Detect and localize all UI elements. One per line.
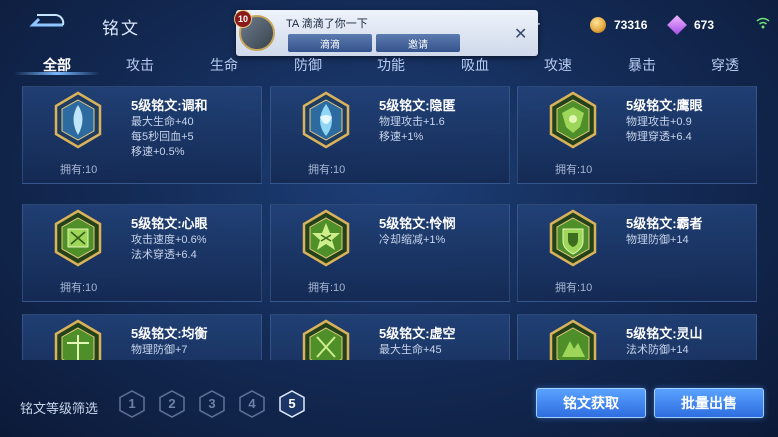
rune-name: 5级铭文:均衡	[131, 326, 208, 341]
rune-balance-icon	[54, 319, 102, 360]
rune-name: 5级铭文:怜悯	[379, 216, 456, 231]
bottom-bar: 铭文等级筛选 1 2 3 4 5 铭文获取 批量出售	[0, 378, 778, 437]
rune-name: 5级铭文:虚空	[379, 326, 456, 341]
rune-owned-count: 拥有:10	[60, 164, 98, 176]
level-filter-label-4: 4	[248, 396, 256, 411]
acquire-rune-label: 铭文获取	[563, 395, 619, 411]
level-filter-5[interactable]: 5	[279, 390, 305, 418]
rune-card[interactable]: 5级铭文:灵山 法术防御+14	[517, 314, 757, 360]
level-badge: 10	[234, 10, 252, 28]
rune-card[interactable]: 5级铭文:鹰眼 物理攻击+0.9 物理穿透+6.4 拥有:10	[517, 86, 757, 184]
level-filter-label-1: 1	[128, 396, 136, 411]
rune-attribute: 物理攻击+1.6	[379, 116, 445, 128]
rune-heart-eye-icon	[54, 209, 102, 267]
rune-name: 5级铭文:鹰眼	[626, 98, 703, 113]
rune-owned-count: 拥有:10	[308, 164, 346, 176]
active-tab-indicator	[14, 72, 100, 75]
level-filter-label-2: 2	[168, 396, 176, 411]
rune-overlord-icon	[549, 209, 597, 267]
rune-name: 5级铭文:灵山	[626, 326, 703, 341]
tab-function[interactable]: 功能	[377, 55, 405, 75]
rune-attribute: 最大生命+40	[131, 116, 194, 128]
rune-eagle-eye-icon	[549, 91, 597, 149]
category-tabs: 全部 攻击 生命 防御 功能 吸血 攻速 暴击 穿透	[0, 50, 778, 76]
rune-card[interactable]: 5级铭文:怜悯 冷却缩减+1% 拥有:10	[270, 204, 510, 302]
rune-attribute: 法术穿透+6.4	[131, 249, 197, 261]
rune-attribute: 物理攻击+0.9	[626, 116, 692, 128]
rune-mercy-icon	[302, 209, 350, 267]
rune-spirit-mountain-icon	[549, 319, 597, 360]
batch-sell-label: 批量出售	[681, 395, 737, 411]
tab-attack[interactable]: 攻击	[126, 55, 154, 75]
rune-owned-count: 拥有:10	[555, 164, 593, 176]
rune-owned-count: 拥有:10	[555, 282, 593, 294]
rune-attribute: 冷却缩减+1%	[379, 234, 446, 246]
gold-value: 73316	[614, 18, 648, 32]
diamond-currency: 673	[667, 14, 715, 36]
rune-attribute: 移速+0.5%	[131, 146, 185, 158]
rune-card[interactable]: 5级铭文:霸者 物理防御+14 拥有:10	[517, 204, 757, 302]
level-filter-1[interactable]: 1	[119, 390, 145, 418]
invite-button-label: 邀请	[408, 39, 428, 51]
rune-attribute: 物理穿透+6.4	[626, 131, 692, 143]
rune-attribute: 最大生命+45	[379, 344, 442, 356]
level-filter-4[interactable]: 4	[239, 390, 265, 418]
rune-attributes: 物理攻击+0.9 物理穿透+6.4	[626, 115, 692, 145]
rune-void-icon	[302, 319, 350, 360]
rune-name: 5级铭文:霸者	[626, 216, 703, 231]
rune-grid: 5级铭文:调和 最大生命+40 每5秒回血+5 移速+0.5% 拥有:10 5级…	[0, 86, 778, 360]
back-arrow-icon	[29, 14, 65, 27]
rune-attribute: 法术防御+14	[626, 344, 689, 356]
rune-attributes: 物理防御+7	[131, 343, 188, 358]
rune-card[interactable]: 5级铭文:均衡 物理防御+7	[22, 314, 262, 360]
rune-card[interactable]: 5级铭文:隐匿 物理攻击+1.6 移速+1% 拥有:10	[270, 86, 510, 184]
rune-card[interactable]: 5级铭文:虚空 最大生命+45	[270, 314, 510, 360]
rune-attributes: 物理攻击+1.6 移速+1%	[379, 115, 445, 145]
tab-defense[interactable]: 防御	[294, 55, 322, 75]
level-filter-label-3: 3	[208, 396, 216, 411]
rune-attributes: 最大生命+45	[379, 343, 442, 358]
didi-button-label: 滴滴	[320, 39, 340, 51]
rune-stealth-icon	[302, 91, 350, 149]
rune-name: 5级铭文:隐匿	[379, 98, 456, 113]
tab-health[interactable]: 生命	[210, 55, 238, 75]
rune-name: 5级铭文:心眼	[131, 216, 208, 231]
page-title: 铭文	[102, 19, 140, 38]
tab-critical[interactable]: 暴击	[628, 55, 656, 75]
level-filter-2[interactable]: 2	[159, 390, 185, 418]
diamond-icon	[667, 15, 687, 35]
back-button[interactable]	[22, 8, 68, 34]
level-filter-3[interactable]: 3	[199, 390, 225, 418]
level-filter-label: 铭文等级筛选	[20, 401, 99, 416]
tab-attack-speed[interactable]: 攻速	[544, 55, 572, 75]
tab-lifesteal[interactable]: 吸血	[461, 55, 489, 75]
rune-attribute: 物理防御+7	[131, 344, 188, 356]
rune-attribute: 物理防御+14	[626, 234, 689, 246]
notification-message: TA 滴滴了你一下	[286, 18, 368, 30]
rune-attributes: 最大生命+40 每5秒回血+5 移速+0.5%	[131, 115, 194, 160]
rune-attributes: 冷却缩减+1%	[379, 233, 445, 248]
gold-coin-icon	[590, 17, 606, 33]
rune-attribute: 移速+1%	[379, 131, 424, 143]
level-filter-label-5: 5	[288, 396, 296, 411]
rune-attribute: 攻击速度+0.6%	[131, 234, 207, 246]
batch-sell-button[interactable]: 批量出售	[654, 388, 764, 418]
rune-attributes: 攻击速度+0.6% 法术穿透+6.4	[131, 233, 207, 263]
diamond-value: 673	[694, 18, 715, 32]
acquire-rune-button[interactable]: 铭文获取	[536, 388, 646, 418]
rune-card[interactable]: 5级铭文:心眼 攻击速度+0.6% 法术穿透+6.4 拥有:10	[22, 204, 262, 302]
rune-harmony-icon	[54, 91, 102, 149]
rune-owned-count: 拥有:10	[308, 282, 346, 294]
rune-card[interactable]: 5级铭文:调和 最大生命+40 每5秒回血+5 移速+0.5% 拥有:10	[22, 86, 262, 184]
rune-owned-count: 拥有:10	[60, 282, 98, 294]
gold-currency: 73316	[590, 14, 647, 36]
wifi-icon	[756, 17, 770, 29]
tab-penetration[interactable]: 穿透	[711, 55, 739, 75]
rune-name: 5级铭文:调和	[131, 98, 208, 113]
close-icon[interactable]: ✕	[514, 24, 527, 44]
rune-attributes: 法术防御+14	[626, 343, 689, 358]
rune-attribute: 每5秒回血+5	[131, 131, 194, 143]
rune-attributes: 物理防御+14	[626, 233, 689, 248]
